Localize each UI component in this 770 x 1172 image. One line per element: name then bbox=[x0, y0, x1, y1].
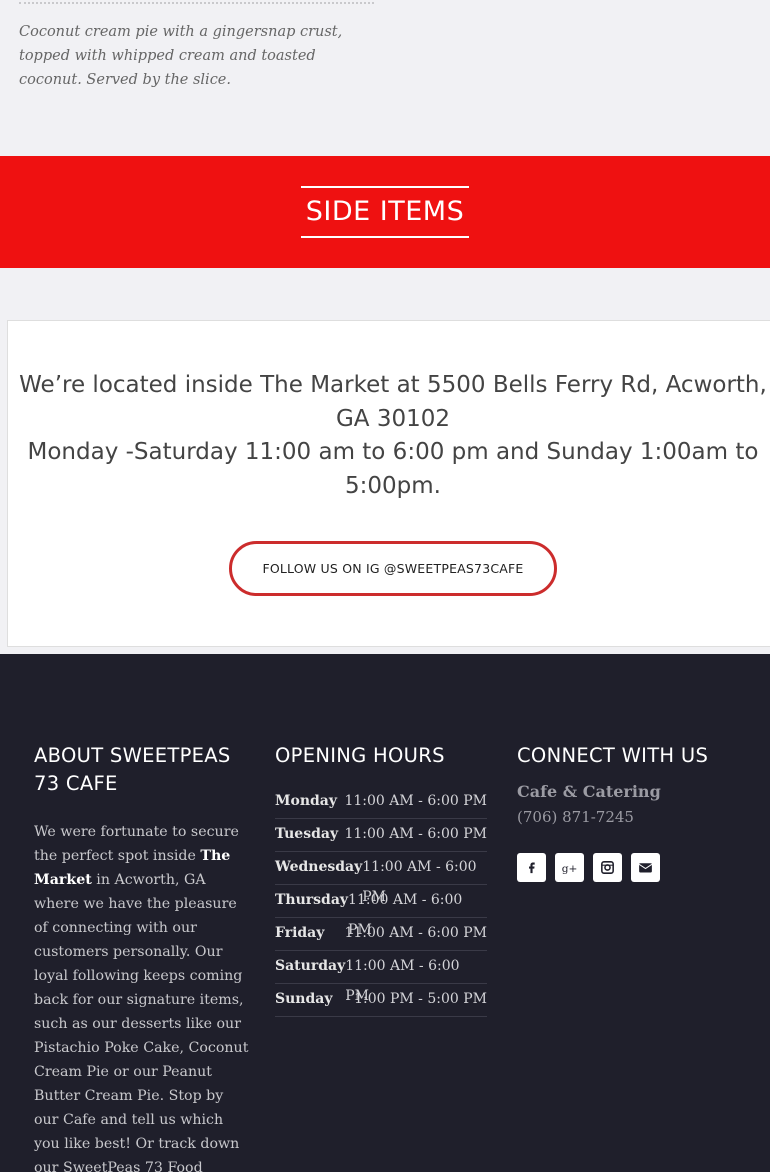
hours-row: Friday 11:00 AM - 6:00 PM bbox=[275, 918, 487, 951]
about-text-part: in Acworth, GA where we have the pleasur… bbox=[34, 872, 249, 1172]
hours-title: OPENING HOURS bbox=[275, 744, 445, 767]
menu-item-fragment: Coconut cream pie with a gingersnap crus… bbox=[0, 0, 770, 156]
dotted-divider bbox=[19, 2, 374, 4]
hours-row: Sunday 1:00 PM - 5:00 PM bbox=[275, 984, 487, 1017]
hours-row: Thursday 11:00 AM - 6:00 PM bbox=[275, 885, 487, 938]
hours-day: Saturday bbox=[275, 958, 346, 974]
email-icon[interactable] bbox=[631, 853, 660, 882]
business-name: Cafe & Catering bbox=[517, 782, 661, 801]
location-panel: We’re located inside The Market at 5500 … bbox=[7, 320, 770, 647]
hours-time: 1:00 PM - 5:00 PM bbox=[354, 991, 487, 1007]
hours-time: 11:00 AM - 6:00 PM bbox=[344, 826, 487, 842]
hours-list: Monday 11:00 AM - 6:00 PM Tuesday 11:00 AM… bbox=[275, 786, 487, 1017]
hours-time: 11:00 AM - 6:00 PM bbox=[344, 925, 487, 941]
hours-row: Monday 11:00 AM - 6:00 PM bbox=[275, 786, 487, 819]
hours-day: Thursday bbox=[275, 892, 349, 908]
hours-time: 11:00 AM - 6:00 PM bbox=[344, 793, 487, 809]
hours-day: Friday bbox=[275, 925, 325, 941]
footer-about-column: ABOUT SWEETPEAS 73 CAFE We were fortunat… bbox=[34, 742, 249, 1172]
social-links: g+ bbox=[517, 853, 747, 882]
location-hours: Monday -Saturday 11:00 am to 6:00 pm and… bbox=[27, 439, 759, 499]
site-footer: ABOUT SWEETPEAS 73 CAFE We were fortunat… bbox=[0, 654, 770, 1172]
hours-row: Wednesday 11:00 AM - 6:00 PM bbox=[275, 852, 487, 905]
footer-connect-column: CONNECT WITH US Cafe & Catering (706) 87… bbox=[517, 742, 747, 882]
section-title: SIDE ITEMS bbox=[301, 186, 469, 238]
hours-day: Monday bbox=[275, 793, 338, 809]
menu-item-description: Coconut cream pie with a gingersnap crus… bbox=[19, 24, 343, 88]
hours-time: 11:00 AM - 6:00 PM bbox=[348, 892, 463, 938]
section-banner: SIDE ITEMS bbox=[0, 156, 770, 268]
hours-day: Tuesday bbox=[275, 826, 339, 842]
about-title: ABOUT SWEETPEAS 73 CAFE bbox=[34, 744, 231, 795]
instagram-icon[interactable] bbox=[593, 853, 622, 882]
hours-row: Tuesday 11:00 AM - 6:00 PM bbox=[275, 819, 487, 852]
hours-day: Sunday bbox=[275, 991, 333, 1007]
connect-title: CONNECT WITH US bbox=[517, 744, 709, 767]
facebook-icon[interactable] bbox=[517, 853, 546, 882]
about-text: We were fortunate to secure the perfect … bbox=[34, 820, 249, 1172]
hours-row: Saturday 11:00 AM - 6:00 PM bbox=[275, 951, 487, 1004]
phone-number[interactable]: (706) 871-7245 bbox=[517, 803, 747, 831]
hours-day: Wednesday bbox=[275, 859, 363, 875]
google-plus-icon[interactable]: g+ bbox=[555, 853, 584, 882]
hours-time: 11:00 AM - 6:00 PM bbox=[362, 859, 477, 905]
location-address: We’re located inside The Market at 5500 … bbox=[19, 372, 767, 432]
svg-text:g+: g+ bbox=[562, 862, 578, 875]
footer-hours-column: OPENING HOURS Monday 11:00 AM - 6:00 PM T… bbox=[275, 742, 487, 1017]
hours-time: 11:00 AM - 6:00 PM bbox=[345, 958, 460, 1004]
location-info: We’re located inside The Market at 5500 … bbox=[18, 369, 768, 503]
follow-instagram-button[interactable]: FOLLOW US ON IG @SWEETPEAS73CAFE bbox=[229, 541, 557, 596]
